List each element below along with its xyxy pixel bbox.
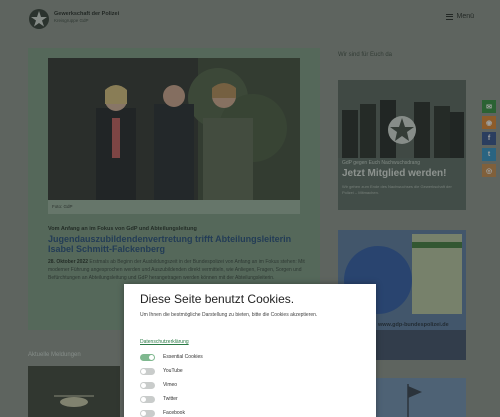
cookie-option-vimeo[interactable]: Vimeo xyxy=(140,381,177,389)
facebook-toggle[interactable] xyxy=(140,409,155,417)
cookie-option-facebook[interactable]: Facebook xyxy=(140,409,185,417)
twitter-toggle[interactable] xyxy=(140,395,155,403)
cookie-option-youtube[interactable]: YouTube xyxy=(140,367,183,375)
privacy-policy-link[interactable]: Datenschutzerklärung xyxy=(140,339,189,345)
essential-toggle[interactable] xyxy=(140,353,155,361)
youtube-toggle[interactable] xyxy=(140,367,155,375)
option-label: YouTube xyxy=(163,368,183,374)
cookie-option-twitter[interactable]: Twitter xyxy=(140,395,178,403)
cookie-title: Diese Seite benutzt Cookies. xyxy=(140,292,295,306)
option-label: Vimeo xyxy=(163,382,178,388)
page: Gewerkschaft der Polizei Kreisgruppe GdP… xyxy=(0,0,500,417)
option-label: Essential Cookies xyxy=(163,354,203,360)
option-label: Facebook xyxy=(163,410,185,416)
cookie-option-essential[interactable]: Essential Cookies xyxy=(140,353,203,361)
vimeo-toggle[interactable] xyxy=(140,381,155,389)
cookie-description: Um Ihnen die bestmögliche Darstellung zu… xyxy=(140,312,318,318)
cookie-consent-dialog: Diese Seite benutzt Cookies. Um Ihnen di… xyxy=(124,284,376,417)
option-label: Twitter xyxy=(163,396,178,402)
